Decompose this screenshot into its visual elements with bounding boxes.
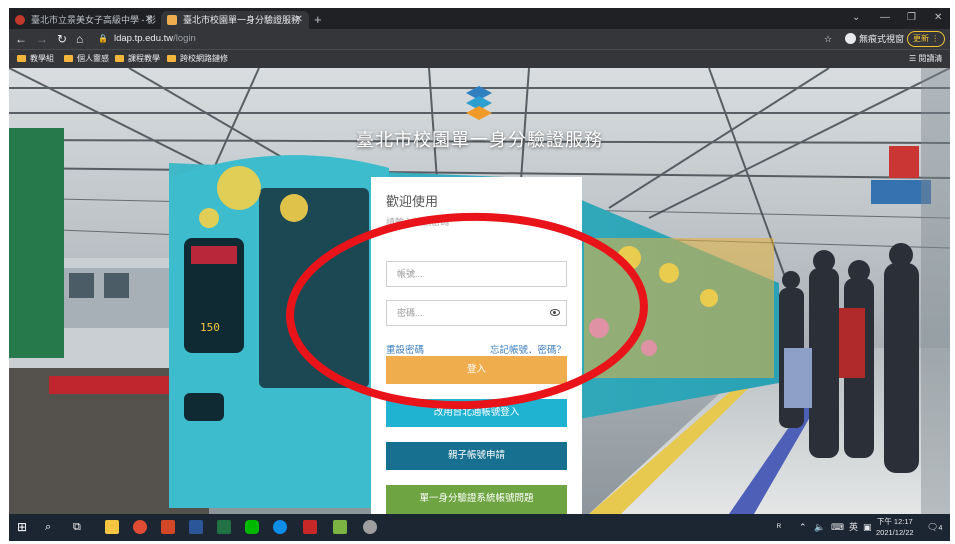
update-button[interactable]: 更新 ⋮ xyxy=(907,31,946,47)
notification-count: 4 xyxy=(938,525,943,532)
search-icon[interactable]: ⌕ xyxy=(45,520,59,534)
bookmark-label: 跨校網路鏈修 xyxy=(180,54,228,63)
windows-start-icon[interactable]: ⊞ xyxy=(17,520,31,534)
browser-toolbar: ← → ↻ ⌂ 🔒 ldap.tp.edu.tw/login ☆ 無痕式視窗 更新… xyxy=(9,29,950,49)
login-hint: 請輸入帳號密碼 xyxy=(386,217,450,227)
excel-icon[interactable] xyxy=(217,520,231,534)
login-button[interactable]: 登入 xyxy=(386,356,567,384)
bookmark-folder[interactable]: 個人靈感 xyxy=(64,52,109,66)
folder-icon xyxy=(64,55,73,62)
tab-title: 臺北市校園單一身分驗證服務 xyxy=(183,15,301,25)
address-bar[interactable]: 🔒 ldap.tp.edu.tw/login xyxy=(98,31,196,47)
tab-close-icon[interactable]: ✕ xyxy=(295,11,303,29)
incognito-indicator[interactable]: 無痕式視窗 xyxy=(845,31,904,47)
keyboard-icon[interactable]: ⌨ xyxy=(831,521,844,533)
windows-taskbar: ⊞ ⌕ ⧉ ᴿ ⌃ 🔈 ⌨ 英 ▣ 下午 12:17 2021/12/22 🗨4 xyxy=(9,514,950,541)
notifications-icon[interactable]: 🗨4 xyxy=(927,521,942,535)
tab-search-icon[interactable]: ⌄ xyxy=(852,10,860,26)
close-window-icon[interactable]: ✕ xyxy=(934,10,942,26)
bookmark-star-icon[interactable]: ☆ xyxy=(824,31,832,47)
line-icon[interactable] xyxy=(245,520,259,534)
tab-school[interactable]: 臺北市立景美女子高級中學 - 影 ✕ xyxy=(9,11,159,29)
bookmark-folder[interactable]: 課程教學 xyxy=(115,52,160,66)
incognito-label: 無痕式視窗 xyxy=(859,34,905,44)
sso-logo-icon xyxy=(466,86,492,120)
url-path: /login xyxy=(173,33,196,44)
bookmark-label: 個人靈感 xyxy=(77,54,109,63)
update-label: 更新 xyxy=(913,34,929,43)
page-viewport: 150 臺北市校園單一身分驗證服務 歡迎使用 請輸入帳號密碼 帳號... 重設密… xyxy=(9,68,950,514)
word-icon[interactable] xyxy=(189,520,203,534)
ime-indicator[interactable]: 英 xyxy=(849,521,858,533)
parent-account-apply-button[interactable]: 親子帳號申請 xyxy=(386,442,567,470)
bookmark-label: 課程教學 xyxy=(128,54,160,63)
password-input[interactable] xyxy=(386,300,567,326)
people-icon[interactable]: ᴿ xyxy=(777,521,781,533)
tab-title: 臺北市立景美女子高級中學 - 影 xyxy=(31,15,156,25)
show-hidden-icons-icon[interactable]: ⌃ xyxy=(799,521,807,533)
forward-icon[interactable]: → xyxy=(36,31,48,47)
clock-date: 2021/12/22 xyxy=(876,528,914,537)
sso-account-issue-button[interactable]: 單一身分驗證系統帳號問題 xyxy=(386,485,567,514)
url-host: ldap.tp.edu.tw xyxy=(113,33,174,44)
reading-list-icon: ☰ xyxy=(909,54,919,63)
tab-close-icon[interactable]: ✕ xyxy=(145,11,153,29)
welcome-heading: 歡迎使用 xyxy=(386,194,439,209)
bookmark-label: 教學組 xyxy=(30,54,54,63)
folder-icon xyxy=(17,55,26,62)
school-favicon-icon xyxy=(15,15,25,25)
chrome-incognito-icon[interactable] xyxy=(363,520,377,534)
show-password-eye-icon[interactable] xyxy=(550,309,560,316)
home-icon[interactable]: ⌂ xyxy=(76,31,83,47)
system-clock[interactable]: 下午 12:17 2021/12/22 xyxy=(876,516,914,538)
chrome-icon[interactable] xyxy=(133,520,147,534)
lock-icon: 🔒 xyxy=(98,34,108,43)
site-title: 臺北市校園單一身分驗證服務 xyxy=(356,130,603,150)
volume-icon[interactable]: 🔈 xyxy=(814,521,825,533)
task-view-icon[interactable]: ⧉ xyxy=(73,520,87,534)
bookmark-folder[interactable]: 跨校網路鏈修 xyxy=(167,52,228,66)
new-tab-icon[interactable]: + xyxy=(314,11,322,29)
reload-icon[interactable]: ↻ xyxy=(57,31,67,47)
app-colorful-icon[interactable] xyxy=(333,520,347,534)
train-number: 150 xyxy=(200,321,220,334)
sso-favicon-icon xyxy=(167,15,177,25)
clock-time: 下午 12:17 xyxy=(876,517,913,526)
minimize-icon[interactable]: — xyxy=(880,10,890,26)
bookmark-folder[interactable]: 教學組 xyxy=(17,52,54,66)
restore-icon[interactable]: ❐ xyxy=(907,10,916,26)
powerpoint-icon[interactable] xyxy=(161,520,175,534)
reset-password-link[interactable]: 重設密碼 xyxy=(386,342,424,356)
teamviewer-icon[interactable] xyxy=(273,520,287,534)
login-card: 歡迎使用 請輸入帳號密碼 重設密碼 忘記帳號．密碼？ 登入 改用台北通帳號登入 … xyxy=(371,177,582,514)
app-red-icon[interactable] xyxy=(303,520,317,534)
taipei-pass-login-button[interactable]: 改用台北通帳號登入 xyxy=(386,399,567,427)
browser-tab-strip: 臺北市立景美女子高級中學 - 影 ✕ 臺北市校園單一身分驗證服務 ✕ + ⌄ —… xyxy=(9,8,950,29)
folder-icon xyxy=(115,55,124,62)
account-input[interactable] xyxy=(386,261,567,287)
bookmarks-bar: 教學組 個人靈感 課程教學 跨校網路鏈修 ☰ 閱讀清單 xyxy=(9,49,950,77)
incognito-icon xyxy=(845,33,856,44)
tab-sso[interactable]: 臺北市校園單一身分驗證服務 ✕ xyxy=(161,11,309,29)
back-icon[interactable]: ← xyxy=(15,31,27,47)
file-explorer-icon[interactable] xyxy=(105,520,119,534)
folder-icon xyxy=(167,55,176,62)
ime-mode-icon[interactable]: ▣ xyxy=(863,521,872,533)
forgot-account-password-link[interactable]: 忘記帳號．密碼？ xyxy=(490,342,566,356)
